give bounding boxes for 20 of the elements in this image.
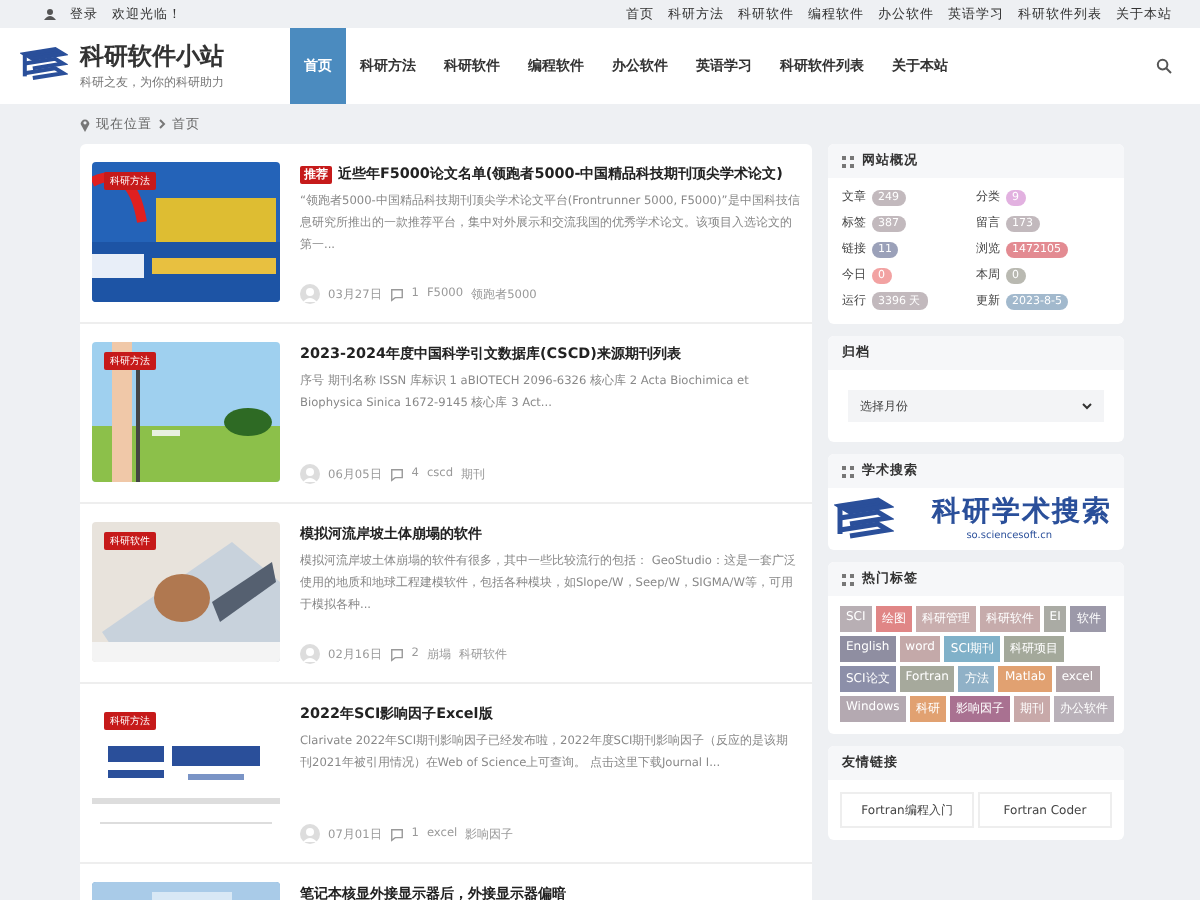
chevron-down-icon	[1082, 402, 1092, 410]
avatar-icon	[300, 464, 320, 484]
books-icon	[834, 496, 894, 544]
avatar-icon	[300, 284, 320, 304]
site-title: 科研软件小站	[80, 40, 224, 74]
search-logo-text[interactable]: 科研学术搜索	[932, 494, 1112, 530]
grid-icon	[842, 573, 854, 585]
comment-icon	[389, 647, 404, 661]
search-icon[interactable]	[1156, 58, 1172, 74]
comment-icon	[389, 827, 404, 841]
avatar-icon	[300, 644, 320, 664]
comment-icon	[389, 467, 404, 481]
user-icon	[44, 8, 56, 20]
grid-icon	[842, 155, 854, 167]
books-icon	[20, 46, 68, 86]
chevron-icon	[158, 118, 166, 130]
comment-icon	[389, 287, 404, 301]
grid-icon	[842, 465, 854, 477]
location-icon	[80, 117, 90, 131]
avatar-icon	[300, 824, 320, 844]
